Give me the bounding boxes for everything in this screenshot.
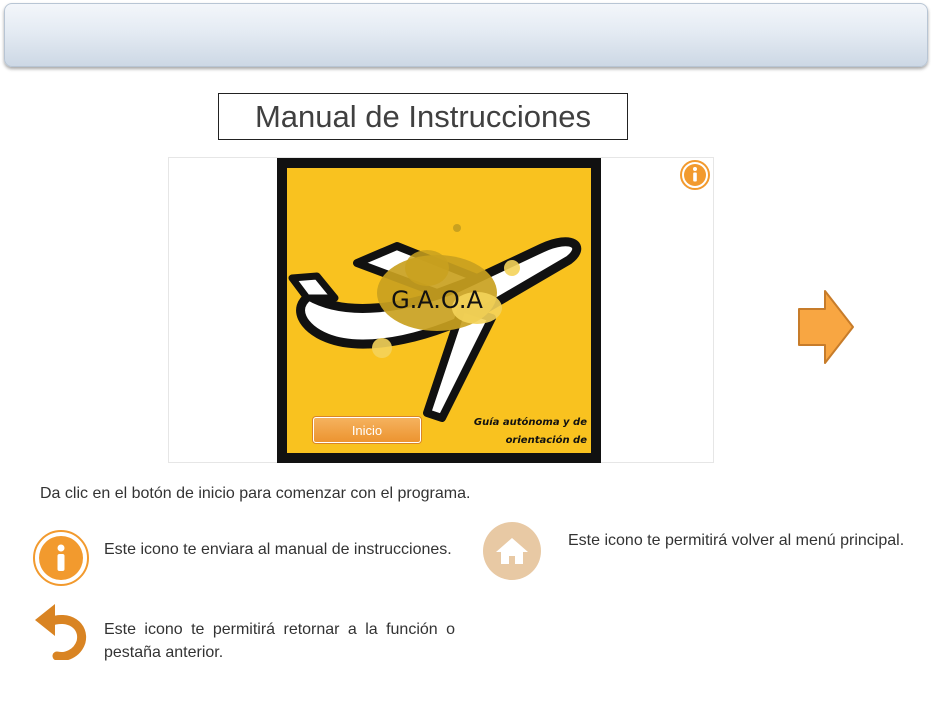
back-arrow-icon	[35, 604, 87, 660]
logo-text: G.A.O.A	[391, 286, 483, 314]
tagline-line-1: Guía autónoma y de	[473, 417, 587, 428]
start-button[interactable]: Inicio	[313, 417, 421, 443]
poster-tagline: Guía autónoma y de orientación de aeropu…	[437, 414, 587, 453]
legend-back-text: Este icono te permitirá retornar a la fu…	[104, 621, 455, 661]
info-icon	[33, 530, 89, 586]
info-icon[interactable]	[680, 160, 710, 190]
legend-home-text: Este icono te permitirá volver al menú p…	[568, 532, 905, 549]
airplane-illustration: G.A.O.A	[288, 224, 582, 422]
tagline-line-2: orientación de aeropuertos.	[505, 435, 587, 446]
page-title: Manual de Instrucciones	[254, 98, 592, 134]
page-title-box: Manual de Instrucciones	[218, 93, 628, 140]
top-banner	[4, 3, 928, 67]
next-arrow-icon[interactable]	[797, 289, 857, 365]
home-icon	[483, 522, 541, 580]
poster-background: G.A.O.A Inicio Guía autónoma y de orient…	[287, 168, 591, 453]
legend-info-text: Este icono te enviara al manual de instr…	[104, 541, 452, 558]
gaoa-poster: G.A.O.A Inicio Guía autónoma y de orient…	[277, 158, 601, 463]
instruction-text: Da clic en el botón de inicio para comen…	[40, 485, 471, 502]
